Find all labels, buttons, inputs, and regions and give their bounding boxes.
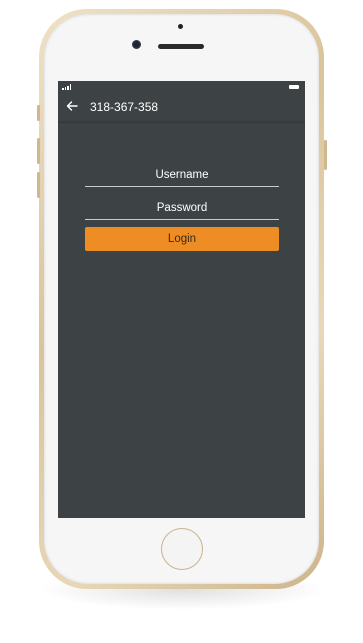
volume-up-button bbox=[37, 138, 40, 164]
status-bar bbox=[58, 81, 305, 93]
volume-down-button bbox=[37, 172, 40, 198]
page-title: 318-367-358 bbox=[90, 100, 159, 114]
username-field[interactable]: Username bbox=[85, 164, 279, 187]
power-button bbox=[324, 140, 327, 170]
proximity-sensor bbox=[178, 24, 183, 29]
front-camera bbox=[132, 40, 141, 49]
arrow-left-icon bbox=[66, 101, 78, 111]
signal-bars-icon bbox=[62, 84, 71, 90]
password-field[interactable]: Password bbox=[85, 197, 279, 220]
login-button[interactable]: Login bbox=[85, 227, 279, 251]
phone-screen: 318-367-358 Username Password Login bbox=[58, 81, 305, 518]
battery-icon bbox=[289, 85, 299, 89]
app-bar: 318-367-358 bbox=[58, 93, 305, 122]
back-button[interactable] bbox=[64, 98, 80, 114]
earpiece-speaker bbox=[158, 44, 204, 49]
mute-switch bbox=[37, 105, 40, 121]
home-button[interactable] bbox=[161, 528, 203, 570]
